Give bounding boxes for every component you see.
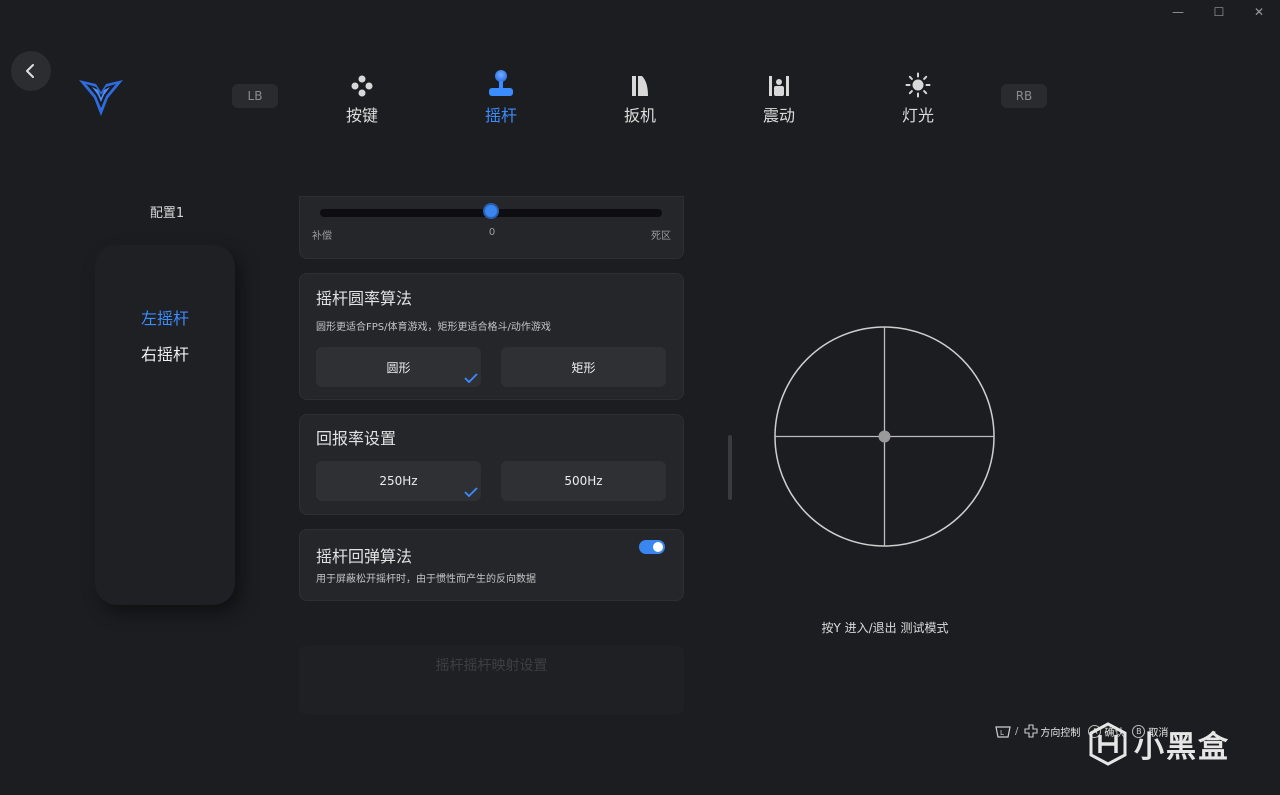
close-icon[interactable]: ✕ <box>1251 4 1267 20</box>
tab-label: 摇杆 <box>484 106 517 125</box>
config-label[interactable]: 配置1 <box>120 202 214 221</box>
option-label: 圆形 <box>386 360 411 375</box>
rb-button[interactable]: RB <box>1001 84 1047 108</box>
circle-option-button[interactable]: 圆形 <box>316 347 481 387</box>
maximize-icon[interactable]: ☐ <box>1211 4 1227 20</box>
rectangle-option-button[interactable]: 矩形 <box>501 347 666 387</box>
tab-buttons[interactable]: 按键 <box>322 70 402 126</box>
dpad-icon <box>1024 724 1038 738</box>
tab-label: 按键 <box>345 106 378 125</box>
slider-value-label: 0 <box>488 227 496 238</box>
sidebar-item-right-stick[interactable]: 右摇杆 <box>95 341 235 365</box>
flydigi-logo <box>78 78 124 122</box>
option-label: 250Hz <box>379 474 418 488</box>
svg-text:L: L <box>1000 729 1004 737</box>
polling-rate-card: 回报率设置 250Hz 500Hz <box>299 414 684 515</box>
deadzone-card: 补偿 0 死区 <box>299 196 684 259</box>
gamepad-buttons-icon <box>351 75 373 97</box>
scrollbar[interactable] <box>728 435 732 500</box>
watermark-text: 小黑盒 <box>1134 730 1230 765</box>
slider-max-label: 死区 <box>651 231 671 242</box>
lb-button[interactable]: LB <box>232 84 278 108</box>
roundness-card: 摇杆圆率算法 圆形更适合FPS/体育游戏，矩形更适合格斗/动作游戏 圆形 矩形 <box>299 273 684 400</box>
tab-joystick[interactable]: 摇杆 <box>461 70 541 126</box>
trigger-icon <box>632 76 648 96</box>
watermark: 小黑盒 <box>1088 722 1230 766</box>
stick-position-dot <box>878 430 891 443</box>
minimize-icon[interactable]: — <box>1170 4 1186 20</box>
rebound-card: 摇杆回弹算法 用于屏蔽松开摇杆时，由于惯性而产生的反向数据 <box>299 529 684 601</box>
slider-min-label: 补偿 <box>312 231 332 242</box>
shoulder-buttons-icon: L <box>995 726 1011 738</box>
tab-trigger[interactable]: 扳机 <box>600 70 680 126</box>
card-description: 圆形更适合FPS/体育游戏，矩形更适合格斗/动作游戏 <box>316 322 551 333</box>
heybox-logo-icon <box>1089 722 1127 766</box>
tab-label: 震动 <box>762 106 795 125</box>
faded-card-text: 摇杆摇杆映射设置 <box>435 658 548 674</box>
250hz-option-button[interactable]: 250Hz <box>316 461 481 501</box>
card-description: 用于屏蔽松开摇杆时，由于惯性而产生的反向数据 <box>316 574 536 585</box>
card-title: 摇杆圆率算法 <box>316 289 413 308</box>
light-icon <box>905 72 931 98</box>
vibration-icon <box>769 76 789 96</box>
500hz-option-button[interactable]: 500Hz <box>501 461 666 501</box>
deadzone-slider-handle[interactable] <box>483 203 499 219</box>
back-button[interactable] <box>11 51 51 91</box>
check-icon <box>464 373 478 383</box>
stick-selector-panel: 左摇杆 右摇杆 <box>95 245 235 605</box>
chevron-left-icon <box>26 64 34 78</box>
card-title: 回报率设置 <box>316 429 397 448</box>
tab-light[interactable]: 灯光 <box>878 70 958 126</box>
card-title: 摇杆回弹算法 <box>316 547 413 566</box>
footer-separator: / <box>1015 725 1019 737</box>
stick-test-visualizer <box>774 326 995 547</box>
tab-vibration[interactable]: 震动 <box>739 70 819 126</box>
rebound-toggle[interactable] <box>639 540 665 554</box>
option-label: 矩形 <box>571 360 596 375</box>
joystick-icon <box>489 70 513 96</box>
check-icon <box>464 487 478 497</box>
dpad-label: 方向控制 <box>1040 727 1081 739</box>
test-mode-hint: 按Y 进入/退出 测试模式 <box>821 621 949 635</box>
faded-card: 摇杆摇杆映射设置 <box>299 645 684 715</box>
tab-label: 灯光 <box>901 106 934 125</box>
option-label: 500Hz <box>564 474 603 488</box>
toggle-knob <box>653 542 663 552</box>
tab-label: 扳机 <box>623 106 656 125</box>
sidebar-item-left-stick[interactable]: 左摇杆 <box>95 305 235 329</box>
